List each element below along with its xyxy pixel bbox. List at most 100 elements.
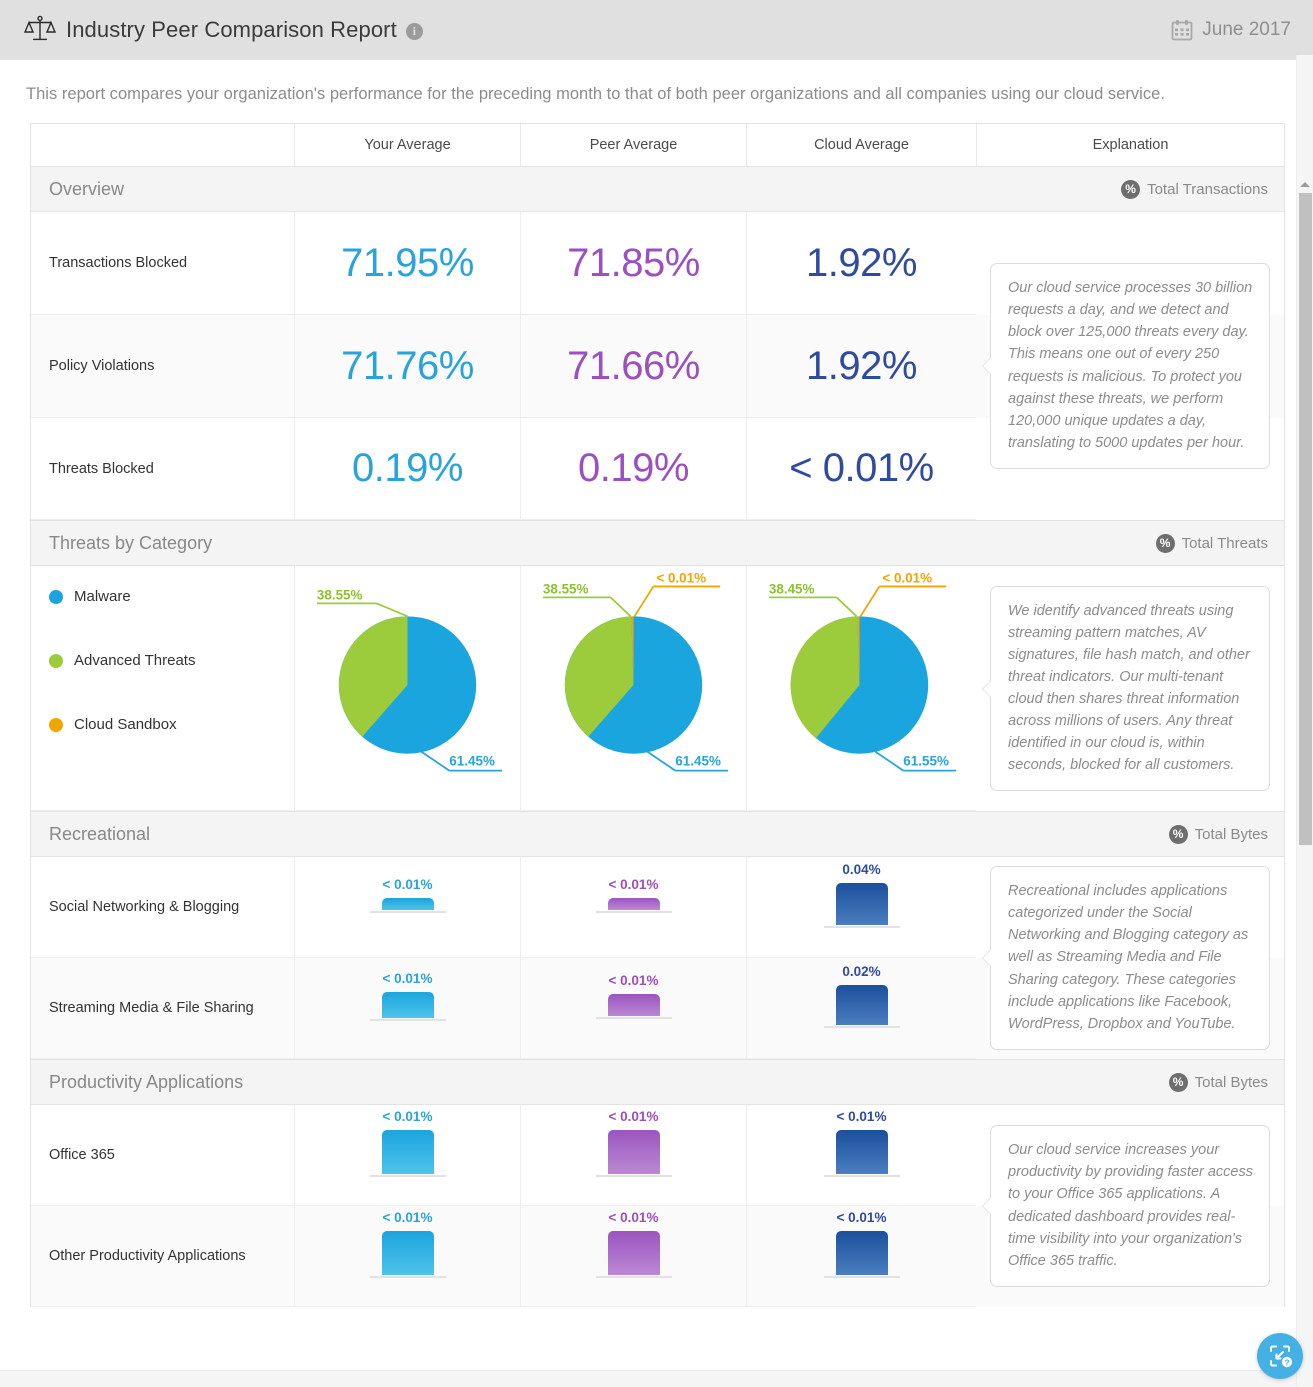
bar-value-label: < 0.01% — [608, 876, 659, 892]
explanation-column: Recreational includes applications categ… — [976, 857, 1284, 1059]
explanation-bubble: We identify advanced threats using strea… — [982, 585, 1270, 792]
section-metric-badge: % Total Transactions — [1121, 179, 1268, 199]
bar — [823, 984, 900, 1028]
bar-cloud-average: 0.02% — [746, 958, 976, 1059]
col-header-peer-average: Peer Average — [520, 124, 746, 166]
legend-swatch-advanced-threats — [49, 653, 63, 668]
percent-circle-icon: % — [1168, 824, 1188, 844]
pie-label-advanced-threats: 38.55% — [543, 581, 589, 596]
section-metric-label: Total Transactions — [1147, 180, 1268, 198]
bar-value-label: < 0.01% — [836, 1108, 887, 1124]
bar — [823, 1129, 900, 1177]
explanation-bubble: Our cloud service processes 30 billion r… — [982, 263, 1270, 469]
legend-label: Advanced Threats — [74, 652, 196, 669]
bar-value-label: 0.04% — [842, 861, 881, 877]
pie-label-advanced-threats: 38.45% — [769, 581, 815, 596]
section-header-overview: Overview % Total Transactions — [31, 166, 1284, 212]
snapshot-help-button[interactable]: ? — [1257, 1333, 1303, 1379]
report-period-label: June 2017 — [1202, 19, 1291, 40]
row-label: Other Productivity Applications — [31, 1206, 294, 1307]
explanation-column: Our cloud service processes 30 billion r… — [976, 212, 1284, 520]
bar — [595, 1129, 672, 1177]
cell-peer-average: 0.19% — [520, 418, 746, 520]
section-metric-badge: % Total Threats — [1155, 533, 1268, 553]
value: 1.92% — [806, 343, 917, 388]
scale-balance-icon — [23, 15, 57, 45]
legend-swatch-malware — [49, 589, 63, 604]
row-label: Transactions Blocked — [31, 212, 294, 315]
explanation-column: We identify advanced threats using strea… — [976, 566, 1284, 811]
scroll-up-arrow-icon[interactable] — [1300, 182, 1310, 187]
report-period: June 2017 — [1171, 19, 1291, 41]
snapshot-help-icon: ? — [1270, 1345, 1293, 1367]
legend-item-cloud-sandbox: Cloud Sandbox — [49, 716, 195, 733]
bar-value-label: < 0.01% — [608, 972, 659, 988]
info-icon[interactable]: i — [405, 22, 423, 40]
explanation-bubble: Recreational includes applications categ… — [982, 866, 1270, 1050]
bar — [595, 897, 672, 913]
bar — [369, 1129, 446, 1177]
cell-your-average: 71.95% — [294, 212, 520, 315]
pie-label-cloud-sandbox: < 0.01% — [656, 570, 706, 585]
bar — [595, 993, 672, 1019]
bar-your-average: < 0.01% — [294, 958, 520, 1059]
value: 71.85% — [567, 240, 700, 285]
row-label: Office 365 — [31, 1105, 294, 1206]
bar — [595, 1230, 672, 1278]
svg-text:?: ? — [1284, 1357, 1289, 1367]
bar — [369, 897, 446, 913]
pie-chart-your-average: 38.55% 61.45% — [294, 566, 520, 811]
percent-circle-icon: % — [1168, 1072, 1188, 1092]
section-header-productivity-applications: Productivity Applications % Total Bytes — [31, 1059, 1284, 1105]
value: 71.76% — [341, 343, 474, 388]
vertical-scrollbar-thumb[interactable] — [1299, 193, 1312, 845]
pie-label-advanced-threats: 38.55% — [317, 587, 363, 602]
bar-peer-average: < 0.01% — [520, 857, 746, 958]
page-title: Industry Peer Comparison Report — [66, 17, 397, 42]
section-title: Overview — [49, 178, 125, 199]
section-metric-label: Total Threats — [1181, 534, 1268, 552]
bar-your-average: < 0.01% — [294, 1105, 520, 1206]
section-metric-label: Total Bytes — [1194, 1073, 1268, 1091]
bar — [369, 1230, 446, 1278]
value: 0.19% — [578, 446, 689, 490]
percent-circle-icon: % — [1121, 179, 1141, 199]
cell-cloud-average: 1.92% — [746, 315, 976, 418]
bar-peer-average: < 0.01% — [520, 1206, 746, 1307]
bar-value-label: < 0.01% — [382, 1209, 433, 1225]
row-label: Policy Violations — [31, 315, 294, 418]
bar — [369, 991, 446, 1021]
bar-peer-average: < 0.01% — [520, 1105, 746, 1206]
horizontal-scrollbar[interactable] — [0, 1370, 1296, 1387]
legend-swatch-cloud-sandbox — [49, 717, 63, 732]
cell-your-average: 0.19% — [294, 418, 520, 520]
legend-label: Malware — [74, 588, 131, 605]
percent-circle-icon: % — [1155, 533, 1175, 553]
cell-peer-average: 71.85% — [520, 212, 746, 315]
section-metric-label: Total Bytes — [1194, 825, 1268, 843]
cell-peer-average: 71.66% — [520, 315, 746, 418]
bar-cloud-average: < 0.01% — [746, 1105, 976, 1206]
bar-value-label: < 0.01% — [382, 876, 433, 892]
app-header: Industry Peer Comparison Report i June 2… — [0, 0, 1313, 60]
pie-chart-peer-average: 38.55% < 0.01% 61.45% — [520, 566, 746, 811]
bar-value-label: 0.02% — [842, 963, 881, 979]
pie-label-malware: 61.45% — [449, 753, 495, 768]
explanation-bubble: Our cloud service increases your product… — [982, 1125, 1270, 1287]
bar-value-label: < 0.01% — [608, 1209, 659, 1225]
pie-label-malware: 61.45% — [675, 753, 721, 768]
bar-peer-average: < 0.01% — [520, 958, 746, 1059]
value: < 0.01% — [789, 446, 934, 490]
section-title: Recreational — [49, 823, 151, 844]
section-title: Productivity Applications — [49, 1071, 244, 1092]
value: 71.66% — [567, 343, 700, 388]
row-label: Social Networking & Blogging — [31, 857, 294, 958]
row-label: Streaming Media & File Sharing — [31, 958, 294, 1059]
bar-cloud-average: < 0.01% — [746, 1206, 976, 1307]
report-table: Your Average Peer Average Cloud Average … — [30, 123, 1285, 1307]
pie-legend: Malware Advanced Threats Cloud Sandbox — [31, 566, 294, 811]
legend-item-malware: Malware — [49, 588, 195, 605]
section-metric-badge: % Total Bytes — [1168, 1072, 1268, 1092]
vertical-scrollbar[interactable] — [1296, 55, 1313, 1387]
cell-cloud-average: 1.92% — [746, 212, 976, 315]
